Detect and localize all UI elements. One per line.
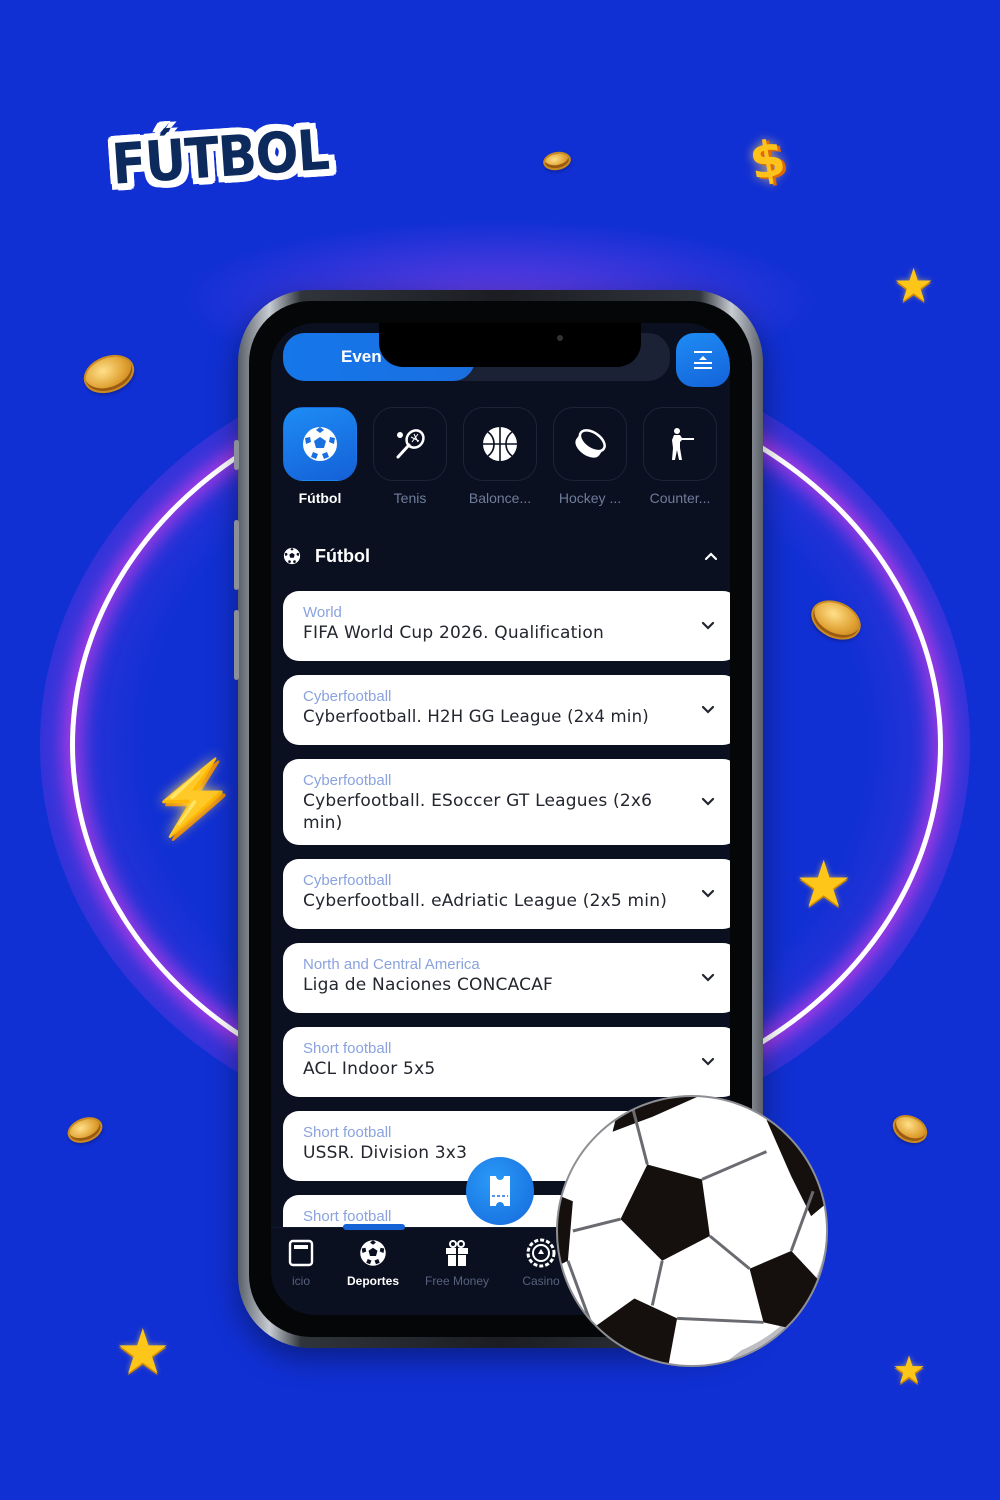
coin-icon <box>541 149 573 173</box>
sport-counter-strike[interactable]: Counter... <box>643 407 717 506</box>
phone-mute-switch <box>234 440 239 470</box>
star-icon: ★ <box>893 259 935 311</box>
chevron-down-icon[interactable] <box>701 973 715 983</box>
poster-title: FÚTBOL <box>109 117 331 198</box>
phone-volume-down <box>234 610 239 680</box>
phone-notch <box>379 323 641 367</box>
soccer-icon <box>360 1240 386 1266</box>
league-name: Liga de Naciones CONCACAF <box>303 975 554 995</box>
tab-inicio[interactable]: icio <box>271 1238 331 1288</box>
chevron-down-icon[interactable] <box>701 889 715 899</box>
sport-label: Hockey ... <box>558 490 622 506</box>
tab-eventos-label: Even <box>341 347 382 366</box>
league-card[interactable]: Cyberfootball Cyberfootball. ESoccer GT … <box>283 759 730 845</box>
league-card[interactable]: Short football ACL Indoor 5x5 <box>283 1027 730 1097</box>
bet-slip-button[interactable] <box>466 1157 534 1225</box>
sport-label: Counter... <box>649 490 711 506</box>
section-title: Fútbol <box>315 545 370 566</box>
chevron-down-icon[interactable] <box>701 1057 715 1067</box>
tab-free-money[interactable]: Free Money <box>415 1238 499 1288</box>
league-name: FIFA World Cup 2026. Qualification <box>303 623 604 643</box>
soccer-icon <box>283 547 301 565</box>
soccer-ball-icon <box>555 1094 829 1368</box>
sport-label: Balonce... <box>468 490 532 506</box>
league-category: North and Central America <box>303 956 480 973</box>
casino-chip-icon <box>526 1238 556 1268</box>
sport-hockey[interactable]: Hockey ... <box>553 407 627 506</box>
sport-baloncesto[interactable]: Balonce... <box>463 407 537 506</box>
chevron-down-icon[interactable] <box>701 705 715 715</box>
league-category: Cyberfootball <box>303 688 392 705</box>
league-name: ACL Indoor 5x5 <box>303 1059 436 1079</box>
phone-volume-up <box>234 520 239 590</box>
section-header[interactable]: Fútbol <box>283 541 718 571</box>
home-icon <box>288 1239 314 1267</box>
counter-strike-icon <box>672 428 694 460</box>
scroll-indicator <box>343 1224 405 1230</box>
league-card[interactable]: World FIFA World Cup 2026. Qualification <box>283 591 730 661</box>
sports-carousel: Fútbol Tenis Balonce... Hockey ... Count… <box>283 407 730 506</box>
collapse-button[interactable] <box>676 333 730 387</box>
league-category: Cyberfootball <box>303 872 392 889</box>
league-category: World <box>303 604 342 621</box>
league-category: Cyberfootball <box>303 772 392 789</box>
chevron-down-icon[interactable] <box>701 621 715 631</box>
league-card[interactable]: Cyberfootball Cyberfootball. eAdriatic L… <box>283 859 730 929</box>
ticket-icon <box>490 1176 510 1206</box>
soccer-icon <box>303 427 337 461</box>
league-name: Cyberfootball. ESoccer GT Leagues (2x6 m… <box>303 791 653 833</box>
tab-label: Free Money <box>424 1274 490 1288</box>
league-name: Cyberfootball. H2H GG League (2x4 min) <box>303 707 649 726</box>
chevron-up-icon[interactable] <box>704 551 718 561</box>
star-icon: ★ <box>795 848 853 920</box>
star-icon: ★ <box>115 1318 171 1387</box>
hockey-puck-icon <box>575 429 606 458</box>
coin-icon <box>63 1112 107 1148</box>
basketball-icon <box>483 427 517 461</box>
tab-deportes[interactable]: Deportes <box>331 1238 415 1288</box>
star-icon: ★ <box>892 1350 927 1392</box>
collapse-icon <box>694 351 712 369</box>
league-name: Cyberfootball. eAdriatic League (2x5 min… <box>303 891 668 911</box>
sport-label: Fútbol <box>298 490 342 506</box>
coin-icon <box>888 1109 932 1149</box>
league-category: Short football <box>303 1040 392 1057</box>
sport-futbol[interactable]: Fútbol <box>283 407 357 506</box>
league-card[interactable]: North and Central America Liga de Nacion… <box>283 943 730 1013</box>
sport-tenis[interactable]: Tenis <box>373 407 447 506</box>
lightning-icon: ⚡ <box>148 758 238 838</box>
dollar-icon: $ <box>745 128 790 192</box>
chevron-down-icon[interactable] <box>701 797 715 807</box>
tab-label: Deportes <box>346 1274 399 1288</box>
tab-label: icio <box>291 1274 310 1288</box>
coin-icon <box>78 348 140 400</box>
tennis-icon <box>396 429 425 459</box>
league-card[interactable]: Cyberfootball Cyberfootball. H2H GG Leag… <box>283 675 730 745</box>
sport-label: Tenis <box>393 490 427 506</box>
gift-icon <box>446 1240 468 1266</box>
